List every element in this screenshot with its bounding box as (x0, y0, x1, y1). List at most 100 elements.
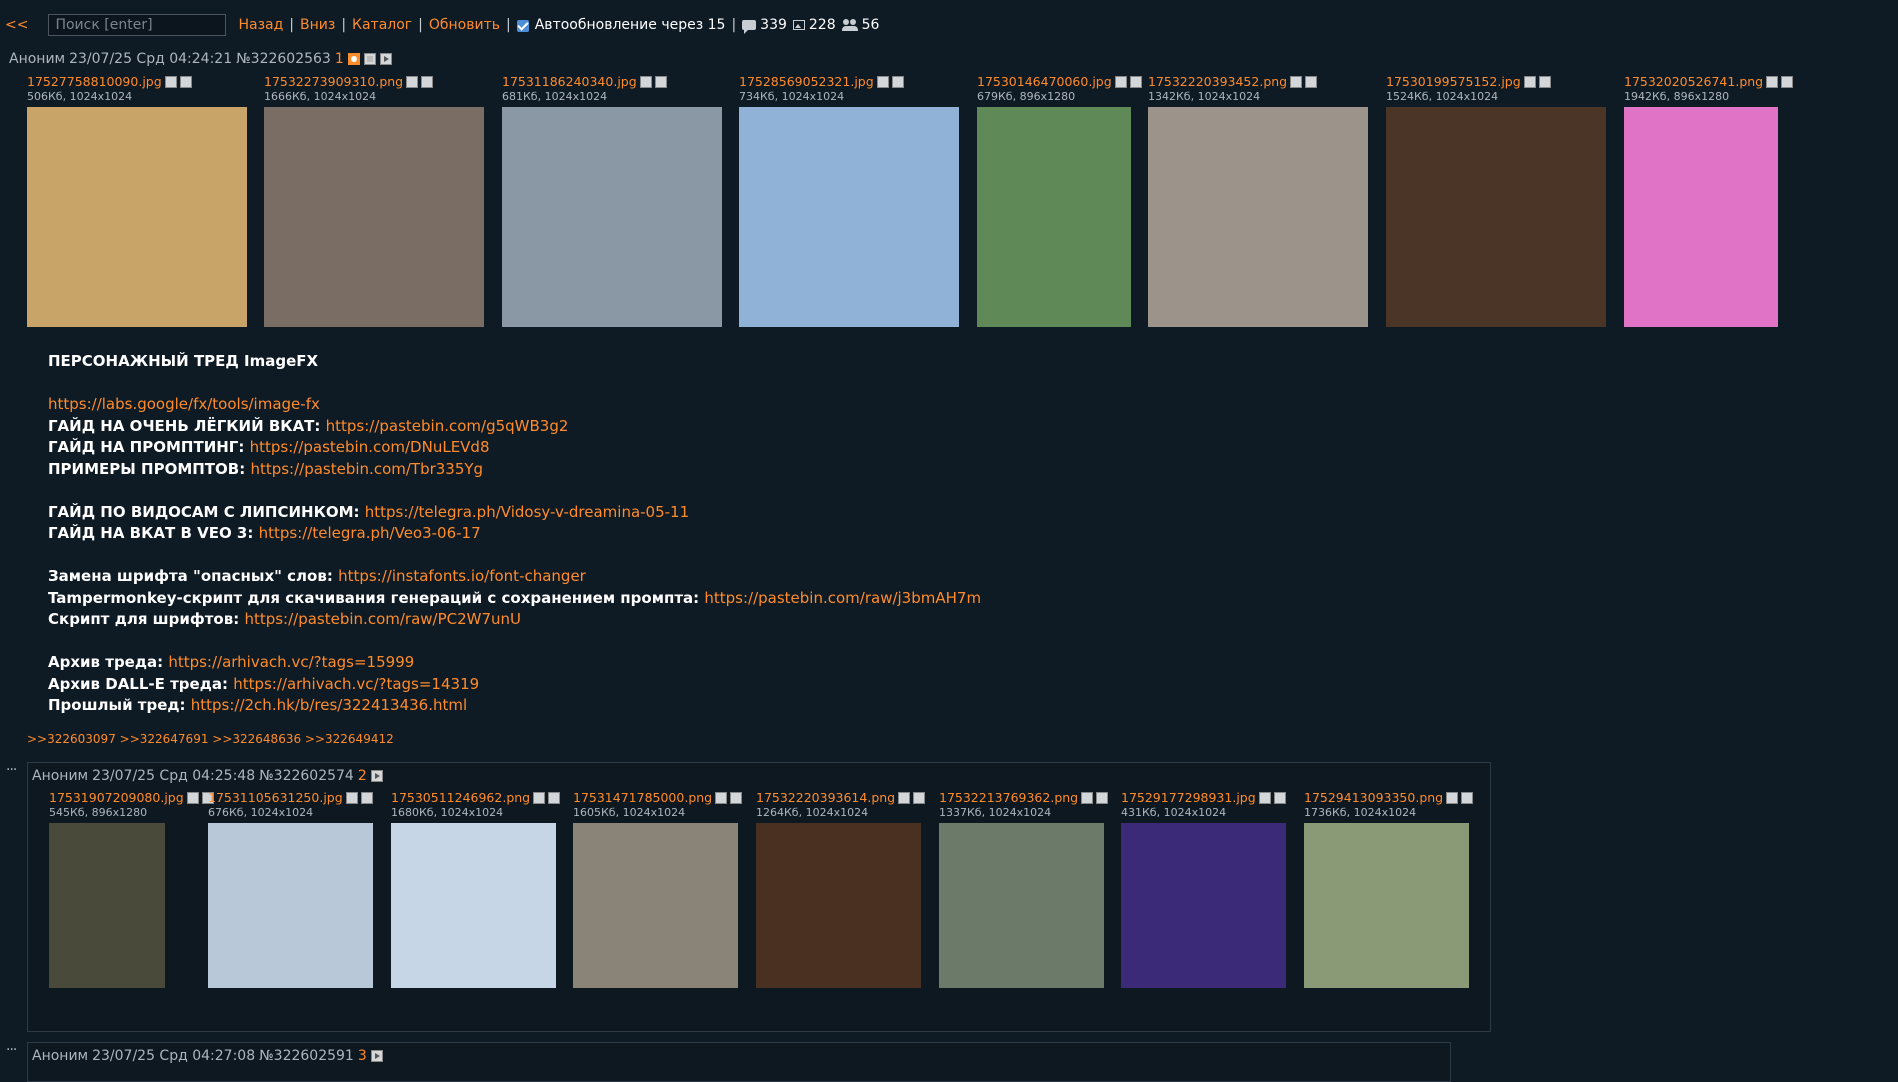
thumbnail-image[interactable] (977, 107, 1131, 327)
thumbnail-image[interactable] (939, 823, 1104, 988)
post-menu-dots[interactable]: ··· (6, 762, 17, 778)
search-image-icon[interactable] (1258, 791, 1271, 804)
file-link[interactable]: 17532213769362.png (939, 790, 1078, 805)
file-link[interactable]: 17531186240340.jpg (502, 74, 637, 89)
download-icon[interactable] (1538, 75, 1551, 88)
nav-catalog-link[interactable]: Каталог (352, 17, 412, 33)
search-image-icon[interactable] (1290, 75, 1303, 88)
file-link[interactable]: 17531471785000.png (573, 790, 712, 805)
autoupdate-checkbox[interactable] (516, 20, 529, 32)
thumbnail-image[interactable] (1148, 107, 1368, 327)
thumbnail-image[interactable] (739, 107, 959, 327)
op-text-link[interactable]: https://instafonts.io/font-changer (338, 567, 586, 585)
search-image-icon[interactable] (715, 791, 728, 804)
download-icon[interactable] (1273, 791, 1286, 804)
download-icon[interactable] (1129, 75, 1142, 88)
search-image-icon[interactable] (533, 791, 546, 804)
op-text-line: ГАЙД НА ОЧЕНЬ ЛЁГКИЙ ВКАТ: https://paste… (48, 416, 981, 438)
download-icon[interactable] (1096, 791, 1109, 804)
download-icon[interactable] (1461, 791, 1474, 804)
search-image-icon[interactable] (186, 791, 199, 804)
thumbnail-image[interactable] (1304, 823, 1469, 988)
file-link[interactable]: 17532220393452.png (1148, 74, 1287, 89)
op-text-link[interactable]: https://arhivach.vc/?tags=14319 (233, 675, 479, 693)
op-text-link[interactable]: https://pastebin.com/DNuLEVd8 (250, 438, 490, 456)
file-link[interactable]: 17531105631250.jpg (208, 790, 343, 805)
op-text-link[interactable]: https://telegra.ph/Vidosy-v-dreamina-05-… (365, 503, 689, 521)
op-text-link[interactable]: https://pastebin.com/raw/PC2W7unU (244, 610, 521, 628)
file-link[interactable]: 17530146470060.jpg (977, 74, 1112, 89)
thumbnail-image[interactable] (573, 823, 738, 988)
search-image-icon[interactable] (1446, 791, 1459, 804)
back-arrow-link[interactable]: << (5, 17, 28, 33)
thumbnail-image[interactable] (27, 107, 247, 327)
file-link[interactable]: 17532220393614.png (756, 790, 895, 805)
op-text-line: ПЕРСОНАЖНЫЙ ТРЕД ImageFX (48, 351, 981, 373)
file-link[interactable]: 17532020526741.png (1624, 74, 1763, 89)
op-text-link[interactable]: https://2ch.hk/b/res/322413436.html (191, 696, 467, 714)
search-image-icon[interactable] (1081, 791, 1094, 804)
download-icon[interactable] (179, 75, 192, 88)
op-post-header: Аноним 23/07/25 Срд 04:24:21 №322602563 … (9, 51, 392, 67)
thumbnail-image[interactable] (49, 823, 165, 988)
search-image-icon[interactable] (898, 791, 911, 804)
reply-arrow-icon[interactable] (370, 1050, 383, 1062)
search-image-icon[interactable] (345, 791, 358, 804)
search-image-icon[interactable] (639, 75, 652, 88)
thumbnail-image[interactable] (391, 823, 556, 988)
post-menu-dots[interactable]: ··· (6, 1042, 17, 1058)
post-number[interactable]: №322602563 (236, 51, 331, 67)
search-image-icon[interactable] (406, 75, 419, 88)
thumbnail-image[interactable] (264, 107, 484, 327)
file-link[interactable]: 17532273909310.png (264, 74, 403, 89)
post-number[interactable]: №322602591 (259, 1048, 354, 1064)
search-image-icon[interactable] (1523, 75, 1536, 88)
op-text-link[interactable]: https://arhivach.vc/?tags=15999 (168, 653, 414, 671)
download-icon[interactable] (1781, 75, 1794, 88)
file-link[interactable]: 17529177298931.jpg (1121, 790, 1256, 805)
thumbnail-image[interactable] (208, 823, 373, 988)
file-link[interactable]: 17528569052321.jpg (739, 74, 874, 89)
download-icon[interactable] (1305, 75, 1318, 88)
thumbnail-image[interactable] (502, 107, 722, 327)
download-icon[interactable] (360, 791, 373, 804)
op-text-link[interactable]: https://pastebin.com/g5qWB3g2 (326, 417, 569, 435)
op-text-link[interactable]: https://pastebin.com/raw/j3bmAH7m (704, 589, 981, 607)
thumbnail-image[interactable] (1624, 107, 1778, 327)
file-link[interactable]: 17531907209080.jpg (49, 790, 184, 805)
file-link[interactable]: 17529413093350.png (1304, 790, 1443, 805)
download-icon[interactable] (654, 75, 667, 88)
search-image-icon[interactable] (1766, 75, 1779, 88)
file-meta: 1342Кб, 1024x1024 (1148, 90, 1261, 103)
file-name: 17531907209080.jpg (49, 790, 214, 805)
nav-refresh-link[interactable]: Обновить (429, 17, 500, 33)
file-link[interactable]: 17530199575152.jpg (1386, 74, 1521, 89)
favorite-icon[interactable] (347, 53, 360, 65)
search-image-icon[interactable] (164, 75, 177, 88)
nav-down-link[interactable]: Вниз (300, 17, 335, 33)
op-text-link[interactable]: https://pastebin.com/Tbr335Yg (250, 460, 483, 478)
download-icon[interactable] (730, 791, 743, 804)
op-text-line (48, 373, 981, 395)
op-text-link[interactable]: https://telegra.ph/Veo3-06-17 (259, 524, 481, 542)
thumbnail-image[interactable] (1386, 107, 1606, 327)
thumbnail-image[interactable] (1121, 823, 1286, 988)
download-icon[interactable] (548, 791, 561, 804)
reply-links[interactable]: >>322603097 >>322647691 >>322648636 >>32… (27, 732, 394, 746)
file-link[interactable]: 17527758810090.jpg (27, 74, 162, 89)
op-text-line: ГАЙД НА ПРОМПТИНГ: https://pastebin.com/… (48, 437, 981, 459)
post-number[interactable]: №322602574 (259, 768, 354, 784)
hide-icon[interactable] (363, 53, 376, 65)
download-icon[interactable] (913, 791, 926, 804)
file-link[interactable]: 17530511246962.png (391, 790, 530, 805)
reply-arrow-icon[interactable] (379, 53, 392, 65)
download-icon[interactable] (421, 75, 434, 88)
search-image-icon[interactable] (876, 75, 889, 88)
search-image-icon[interactable] (1114, 75, 1127, 88)
reply-arrow-icon[interactable] (370, 770, 383, 782)
op-text-link[interactable]: https://labs.google/fx/tools/image-fx (48, 395, 320, 413)
nav-back-link[interactable]: Назад (238, 17, 283, 33)
download-icon[interactable] (891, 75, 904, 88)
search-input[interactable] (48, 14, 227, 36)
thumbnail-image[interactable] (756, 823, 921, 988)
